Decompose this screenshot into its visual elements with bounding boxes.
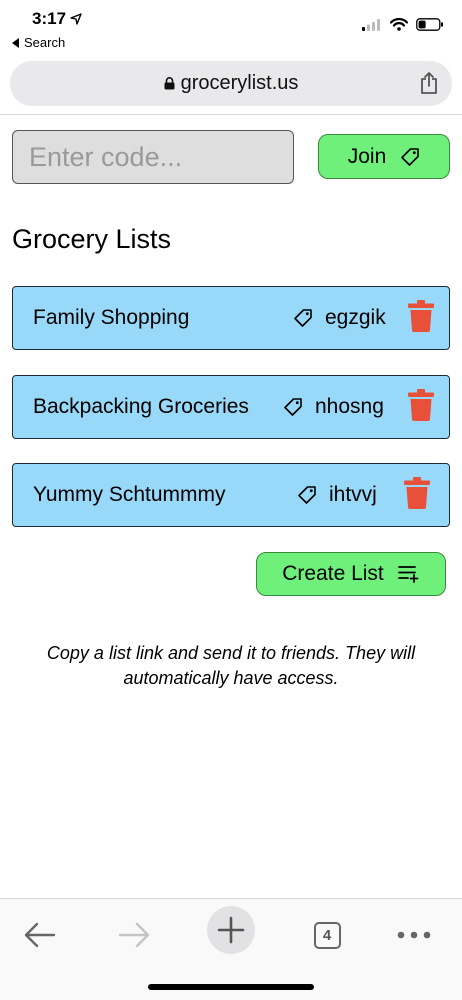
trash-icon <box>408 389 434 421</box>
tag-icon <box>401 147 420 166</box>
list-item[interactable]: Backpacking Groceries nhosng <box>12 375 450 439</box>
plus-icon <box>217 916 245 944</box>
battery-icon <box>416 18 443 31</box>
arrow-left-icon <box>24 922 56 948</box>
delete-list-button[interactable] <box>407 300 435 337</box>
new-tab-button[interactable] <box>207 906 255 954</box>
list-name: Yummy Schtummmy <box>33 483 226 506</box>
delete-list-button[interactable] <box>407 389 435 426</box>
create-list-button[interactable]: Create List <box>256 552 446 596</box>
url-display: grocerylist.us <box>10 72 452 95</box>
create-list-label: Create List <box>282 562 384 585</box>
playlist-add-icon <box>397 566 419 583</box>
list-code-text: nhosng <box>315 395 384 418</box>
address-bar[interactable]: grocerylist.us <box>10 61 452 106</box>
list-code-text: ihtvvj <box>329 483 377 506</box>
more-menu-button[interactable] <box>390 911 438 959</box>
delete-list-button[interactable] <box>403 477 431 514</box>
header-divider <box>0 114 462 115</box>
lock-icon <box>164 77 175 90</box>
tag-icon <box>298 486 316 504</box>
back-label: Search <box>24 35 66 50</box>
share-button[interactable] <box>420 71 438 100</box>
tabs-button[interactable]: 4 <box>303 911 351 959</box>
trash-icon <box>404 477 430 509</box>
forward-button[interactable] <box>110 911 158 959</box>
code-input[interactable] <box>12 130 294 184</box>
trash-icon <box>408 300 434 332</box>
tag-icon <box>294 309 312 327</box>
time-text: 3:17 <box>32 9 67 28</box>
arrow-right-icon <box>118 922 150 948</box>
list-code-text: egzgik <box>325 306 386 329</box>
location-arrow-icon <box>70 13 82 25</box>
help-text: Copy a list link and send it to friends.… <box>46 643 416 688</box>
back-triangle-icon <box>12 37 19 48</box>
list-name: Backpacking Groceries <box>33 395 249 418</box>
list-name: Family Shopping <box>33 306 190 329</box>
list-code: nhosng <box>283 395 384 419</box>
join-button[interactable]: Join <box>318 134 450 179</box>
more-dots-icon <box>397 931 431 939</box>
tab-count: 4 <box>313 921 341 949</box>
page-title: Grocery Lists <box>12 224 172 254</box>
url-text: grocerylist.us <box>180 72 299 94</box>
list-code: ihtvvj <box>297 483 377 507</box>
list-item[interactable]: Yummy Schtummmy ihtvvj <box>12 463 450 527</box>
status-icons <box>362 18 444 31</box>
status-bar: 3:17 Search <box>0 0 462 56</box>
back-button[interactable] <box>16 911 64 959</box>
share-icon <box>421 72 437 94</box>
home-indicator <box>148 984 314 990</box>
tag-icon <box>284 398 302 416</box>
cellular-signal-icon <box>362 18 380 31</box>
list-item[interactable]: Family Shopping egzgik <box>12 286 450 350</box>
join-button-label: Join <box>347 144 387 168</box>
list-code: egzgik <box>293 306 386 330</box>
back-to-app[interactable]: Search <box>12 35 65 50</box>
status-time: 3:17 <box>32 9 82 29</box>
wifi-icon <box>390 18 408 31</box>
